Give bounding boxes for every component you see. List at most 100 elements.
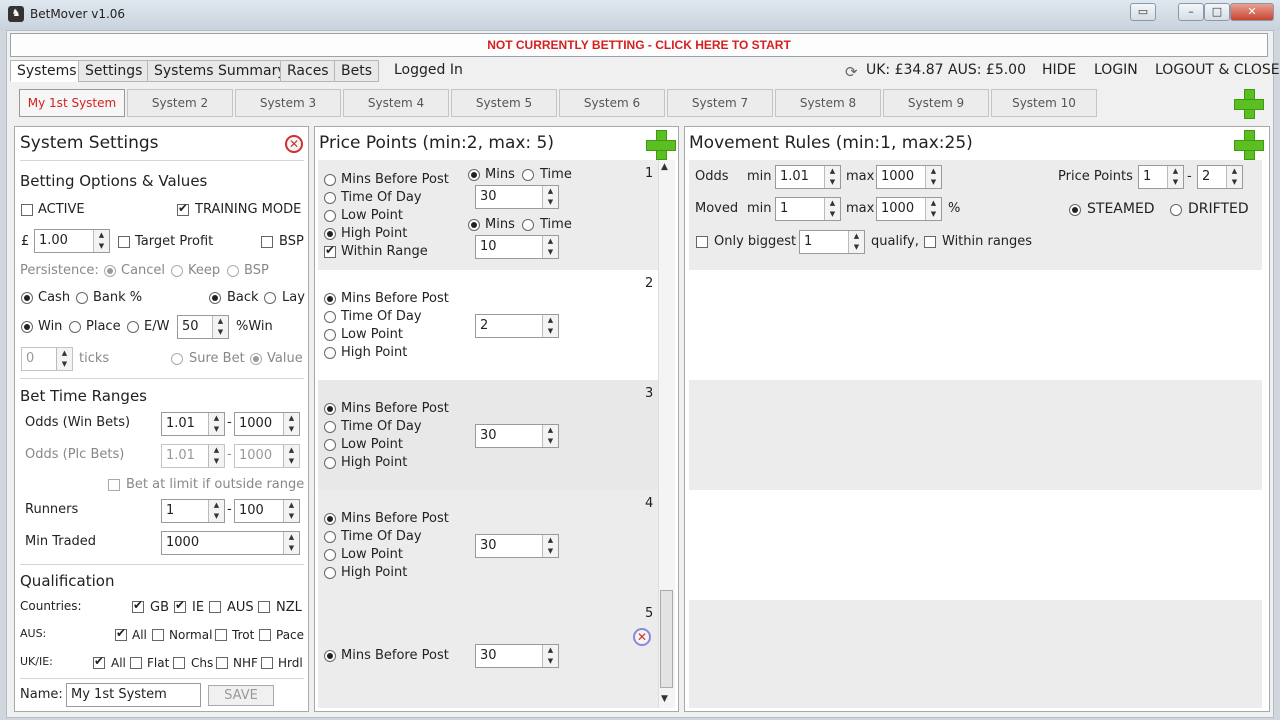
- back-radio[interactable]: [209, 292, 221, 304]
- mins-before-radio[interactable]: [324, 174, 336, 186]
- spin-arrows-icon[interactable]: ▲ ▼: [542, 535, 558, 557]
- moved-min-input[interactable]: 1 ▲ ▼: [775, 197, 841, 221]
- odds-plc-max-input[interactable]: 1000 ▲ ▼: [234, 444, 300, 468]
- spin-arrows-icon[interactable]: ▲ ▼: [824, 198, 840, 220]
- min-traded-input[interactable]: 1000 ▲ ▼: [161, 531, 300, 555]
- only-biggest-checkbox[interactable]: [696, 236, 708, 248]
- tab-settings[interactable]: Settings: [78, 60, 150, 82]
- ew-percent-input[interactable]: 50 ▲ ▼: [177, 315, 229, 339]
- mins-before-radio[interactable]: [324, 293, 336, 305]
- spin-arrows-icon[interactable]: ▲ ▼: [283, 445, 299, 467]
- ticks-input[interactable]: 0 ▲ ▼: [21, 347, 73, 371]
- price-point-from-input[interactable]: 1 ▲ ▼: [1138, 165, 1184, 189]
- spin-arrows-icon[interactable]: ▲ ▼: [283, 500, 299, 522]
- time-radio[interactable]: [522, 219, 534, 231]
- spin-arrows-icon[interactable]: ▲ ▼: [542, 236, 558, 258]
- price-point-to-input[interactable]: 2 ▲ ▼: [1197, 165, 1243, 189]
- system-tab-2[interactable]: System 2: [127, 89, 233, 117]
- time-of-day-radio[interactable]: [324, 531, 336, 543]
- persistence-bsp-radio[interactable]: [227, 265, 239, 277]
- high-point-radio[interactable]: [324, 567, 336, 579]
- tab-systems-summary[interactable]: Systems Summary: [147, 60, 293, 82]
- spin-arrows-icon[interactable]: ▲ ▼: [212, 316, 228, 338]
- tab-races[interactable]: Races: [280, 60, 336, 82]
- persistence-keep-radio[interactable]: [171, 265, 183, 277]
- spin-arrows-icon[interactable]: ▲ ▼: [56, 348, 72, 370]
- spin-arrows-icon[interactable]: ▲ ▼: [925, 198, 941, 220]
- spin-arrows-icon[interactable]: ▲ ▼: [542, 315, 558, 337]
- ew-radio[interactable]: [127, 321, 139, 333]
- system-tab-10[interactable]: System 10: [991, 89, 1097, 117]
- spin-arrows-icon[interactable]: ▲ ▼: [283, 413, 299, 435]
- hide-button[interactable]: HIDE: [1042, 62, 1076, 78]
- system-name-input[interactable]: My 1st System: [66, 683, 201, 707]
- low-point-radio[interactable]: [324, 439, 336, 451]
- system-tab-4[interactable]: System 4: [343, 89, 449, 117]
- bank-radio[interactable]: [76, 292, 88, 304]
- within-range-checkbox[interactable]: [324, 243, 336, 258]
- refresh-icon[interactable]: ⟳: [845, 63, 858, 81]
- low-point-radio[interactable]: [324, 329, 336, 341]
- spin-arrows-icon[interactable]: ▲ ▼: [1226, 166, 1242, 188]
- system-tab-7[interactable]: System 7: [667, 89, 773, 117]
- login-button[interactable]: LOGIN: [1094, 62, 1138, 78]
- scrollbar-thumb[interactable]: [660, 590, 673, 688]
- system-tab-9[interactable]: System 9: [883, 89, 989, 117]
- steamed-radio[interactable]: [1069, 204, 1081, 216]
- time-of-day-radio[interactable]: [324, 311, 336, 323]
- system-tab-8[interactable]: System 8: [775, 89, 881, 117]
- active-checkbox[interactable]: [21, 204, 33, 216]
- target-profit-checkbox[interactable]: [118, 236, 130, 248]
- time-of-day-radio[interactable]: [324, 192, 336, 204]
- save-button[interactable]: SAVE: [208, 685, 274, 706]
- mins-before-radio[interactable]: [324, 650, 336, 662]
- flat-checkbox[interactable]: [130, 657, 142, 669]
- high-point-radio[interactable]: [324, 228, 336, 240]
- drifted-radio[interactable]: [1170, 204, 1182, 216]
- odds-plc-min-input[interactable]: 1.01 ▲ ▼: [161, 444, 225, 468]
- runners-min-input[interactable]: 1 ▲ ▼: [161, 499, 225, 523]
- odds-win-min-input[interactable]: 1.01 ▲ ▼: [161, 412, 225, 436]
- mins-before-radio[interactable]: [324, 513, 336, 525]
- low-point-radio[interactable]: [324, 210, 336, 222]
- spin-arrows-icon[interactable]: ▲ ▼: [542, 425, 558, 447]
- system-tab-3[interactable]: System 3: [235, 89, 341, 117]
- only-biggest-input[interactable]: 1 ▲ ▼: [799, 230, 865, 254]
- add-movement-rule-plus-icon[interactable]: [1234, 130, 1264, 160]
- scroll-down-icon[interactable]: ▼: [661, 694, 668, 704]
- spin-arrows-icon[interactable]: ▲ ▼: [208, 445, 224, 467]
- odds-max-input[interactable]: 1000 ▲ ▼: [876, 165, 942, 189]
- tab-bets[interactable]: Bets: [334, 60, 380, 82]
- restore-icon[interactable]: ▭: [1130, 3, 1156, 21]
- bsp-checkbox[interactable]: [261, 236, 273, 248]
- spin-arrows-icon[interactable]: ▲ ▼: [208, 413, 224, 435]
- high-point-radio[interactable]: [324, 457, 336, 469]
- pace-checkbox[interactable]: [259, 629, 271, 641]
- system-tab-6[interactable]: System 6: [559, 89, 665, 117]
- within-ranges-checkbox[interactable]: [924, 236, 936, 248]
- place-radio[interactable]: [69, 321, 81, 333]
- high-point-radio[interactable]: [324, 347, 336, 359]
- lay-radio[interactable]: [264, 292, 276, 304]
- spin-arrows-icon[interactable]: ▲ ▼: [824, 166, 840, 188]
- price-point-value-input[interactable]: 30 ▲ ▼: [475, 424, 559, 448]
- price-point-value-input[interactable]: 30 ▲ ▼: [475, 185, 559, 209]
- maximize-icon[interactable]: □: [1204, 3, 1230, 21]
- spin-arrows-icon[interactable]: ▲ ▼: [208, 500, 224, 522]
- system-tab-1[interactable]: My 1st System: [19, 89, 125, 117]
- add-price-point-plus-icon[interactable]: [646, 130, 676, 160]
- trot-checkbox[interactable]: [215, 629, 227, 641]
- scroll-up-icon[interactable]: ▲: [661, 162, 668, 172]
- aus-all-checkbox[interactable]: [115, 626, 127, 641]
- odds-min-input[interactable]: 1.01 ▲ ▼: [775, 165, 841, 189]
- stake-input[interactable]: 1.00 ▲ ▼: [34, 229, 110, 253]
- low-point-radio[interactable]: [324, 549, 336, 561]
- odds-win-max-input[interactable]: 1000 ▲ ▼: [234, 412, 300, 436]
- value-radio[interactable]: [250, 353, 262, 365]
- delete-price-point-icon[interactable]: ✕: [633, 628, 651, 646]
- training-mode-checkbox[interactable]: [177, 201, 189, 216]
- add-system-plus-icon[interactable]: [1234, 89, 1264, 119]
- close-system-icon[interactable]: ✕: [285, 135, 303, 153]
- moved-max-input[interactable]: 1000 ▲ ▼: [876, 197, 942, 221]
- minimize-icon[interactable]: –: [1178, 3, 1204, 21]
